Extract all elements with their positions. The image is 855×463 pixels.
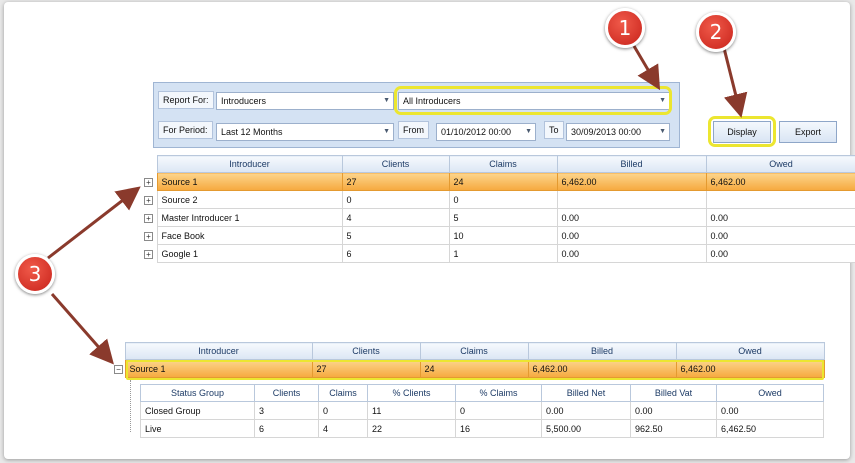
arrow-to-display-button — [722, 47, 748, 118]
annotation-badge-1: 1 — [605, 8, 645, 48]
arrow-to-source-row — [47, 186, 141, 260]
screenshot-canvas: Report For: Introducers ▼ All Introducer… — [0, 0, 855, 463]
annotation-badge-3: 3 — [15, 254, 55, 294]
arrow-to-introducer-dropdown — [632, 45, 661, 91]
annotation-badge-2: 2 — [696, 12, 736, 52]
annotation-arrows — [47, 45, 748, 365]
arrow-to-expanded-row — [50, 293, 114, 365]
